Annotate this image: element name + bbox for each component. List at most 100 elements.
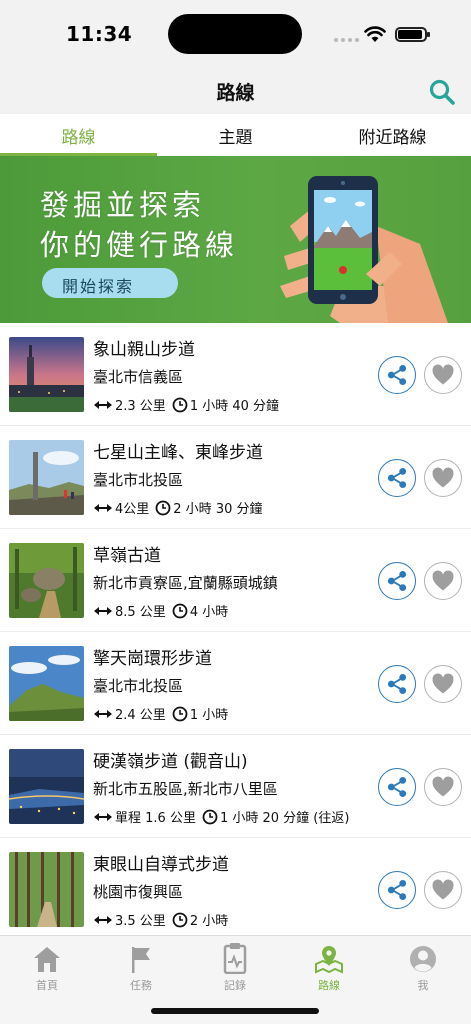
tab-nearby-routes[interactable]: 附近路線: [314, 114, 471, 156]
route-thumbnail-image: [9, 646, 84, 721]
route-item[interactable]: 東眼山自導式步道 桃園市復興區 3.5 公里 2 小時: [0, 838, 471, 935]
profile-icon: [410, 946, 436, 972]
route-area: 桃園市復興區: [93, 883, 184, 901]
share-button[interactable]: [378, 665, 416, 703]
clock-icon: [172, 603, 188, 618]
nav-bar: 路線: [0, 70, 471, 114]
distance-icon: [94, 400, 112, 409]
route-area: 臺北市信義區: [93, 368, 184, 386]
tabbar-label-home: 首頁: [36, 979, 58, 992]
route-thumbnail-image: [9, 749, 84, 824]
route-area: 新北市五股區,新北市八里區: [93, 780, 278, 798]
flag-icon: [132, 947, 150, 973]
route-item[interactable]: 草嶺古道 新北市貢寮區,宜蘭縣頭城鎮 8.5 公里 4 小時: [0, 529, 471, 632]
favorite-heart-button[interactable]: [424, 356, 462, 394]
distance-icon: [94, 709, 112, 718]
route-area: 新北市貢寮區,宜蘭縣頭城鎮: [93, 574, 278, 592]
route-thumbnail-image: [9, 440, 84, 515]
share-button[interactable]: [378, 871, 416, 909]
segment-tabs: 路線 主題 附近路線: [0, 114, 471, 156]
share-button[interactable]: [378, 768, 416, 806]
explore-banner[interactable]: 發掘並探索 你的健行路線 開始探索: [0, 156, 471, 323]
route-item[interactable]: 七星山主峰、東峰步道 臺北市北投區 4公里 2 小時 30 分鐘: [0, 426, 471, 529]
clock-icon: [172, 912, 188, 927]
clock-icon: [172, 397, 188, 412]
route-thumbnail-image: [9, 852, 84, 927]
share-button[interactable]: [378, 459, 416, 497]
home-indicator[interactable]: [151, 1008, 319, 1014]
route-meta: 4公里 2 小時 30 分鐘: [93, 498, 263, 517]
route-name: 擎天崗環形步道: [93, 649, 212, 669]
banner-headline-line1: 發掘並探索: [40, 188, 206, 222]
record-icon: [223, 943, 247, 974]
route-distance: 8.5 公里: [115, 605, 166, 620]
route-meta: 單程 1.6 公里 1 小時 20 分鐘 (往返): [93, 807, 349, 826]
route-distance: 2.3 公里: [115, 399, 166, 414]
favorite-heart-button[interactable]: [424, 459, 462, 497]
clock-icon: [172, 706, 188, 721]
start-explore-button[interactable]: 開始探索: [42, 268, 178, 298]
route-distance: 2.4 公里: [115, 708, 166, 723]
route-name: 東眼山自導式步道: [93, 855, 229, 875]
tab-themes[interactable]: 主題: [157, 114, 314, 156]
distance-icon: [94, 503, 112, 512]
page-title: 路線: [216, 82, 255, 104]
route-item[interactable]: 象山親山步道 臺北市信義區 2.3 公里 1 小時 40 分鐘: [0, 323, 471, 426]
route-distance: 3.5 公里: [115, 914, 166, 929]
share-button[interactable]: [378, 562, 416, 600]
tabbar-item-me[interactable]: 我: [376, 940, 470, 993]
favorite-heart-button[interactable]: [424, 562, 462, 600]
route-duration: 1 小時 20 分鐘 (往返): [219, 811, 350, 826]
battery-icon: [395, 27, 430, 42]
route-name: 七星山主峰、東峰步道: [93, 443, 263, 463]
app-screen: 11:34 路線 路線 主題 附近路線 發掘並探索 你的健行路線 開始探索 象山…: [0, 0, 471, 1024]
distance-icon: [94, 606, 112, 615]
route-distance: 單程 1.6 公里: [115, 811, 196, 826]
tabbar-item-missions[interactable]: 任務: [94, 940, 188, 993]
clock-icon: [155, 500, 171, 515]
route-item[interactable]: 硬漢嶺步道 (觀音山) 新北市五股區,新北市八里區 單程 1.6 公里 1 小時…: [0, 735, 471, 838]
cellular-signal-icon: [334, 38, 359, 42]
tabbar-label-me: 我: [417, 979, 429, 992]
route-meta: 8.5 公里 4 小時: [93, 601, 228, 620]
banner-headline-line2: 你的健行路線: [40, 228, 239, 262]
tabbar-item-routes[interactable]: 路線: [282, 940, 376, 993]
route-distance: 4公里: [115, 502, 150, 517]
route-duration: 2 小時 30 分鐘: [173, 502, 263, 517]
wifi-icon: [364, 26, 386, 42]
tabbar-item-records[interactable]: 記錄: [188, 940, 282, 993]
route-area: 臺北市北投區: [93, 471, 184, 489]
tabbar-label-missions: 任務: [130, 979, 152, 992]
route-duration: 1 小時 40 分鐘: [189, 399, 280, 414]
distance-icon: [94, 915, 112, 924]
route-thumbnail-image: [9, 337, 84, 412]
tabbar-label-routes: 路線: [318, 979, 340, 992]
clock-icon: [202, 809, 218, 824]
hand-phone-illustration: [280, 176, 448, 323]
start-explore-label: 開始探索: [62, 277, 135, 296]
tab-routes[interactable]: 路線: [0, 114, 157, 156]
route-name: 草嶺古道: [93, 546, 161, 566]
favorite-heart-button[interactable]: [424, 871, 462, 909]
route-duration: 2 小時: [189, 914, 229, 929]
dynamic-island: [168, 14, 302, 54]
tabbar-label-records: 記錄: [224, 979, 246, 992]
tabbar-item-home[interactable]: 首頁: [0, 940, 94, 993]
distance-icon: [94, 812, 112, 821]
status-time: 11:34: [66, 22, 133, 46]
map-pin-icon: [315, 946, 343, 974]
route-list: 象山親山步道 臺北市信義區 2.3 公里 1 小時 40 分鐘 七星山主峰、東峰…: [0, 323, 471, 935]
route-area: 臺北市北投區: [93, 677, 184, 695]
route-item[interactable]: 擎天崗環形步道 臺北市北投區 2.4 公里 1 小時: [0, 632, 471, 735]
route-meta: 3.5 公里 2 小時: [93, 910, 228, 929]
search-icon[interactable]: [428, 78, 456, 106]
route-duration: 4 小時: [189, 605, 229, 620]
favorite-heart-button[interactable]: [424, 768, 462, 806]
favorite-heart-button[interactable]: [424, 665, 462, 703]
route-meta: 2.3 公里 1 小時 40 分鐘: [93, 395, 279, 414]
share-button[interactable]: [378, 356, 416, 394]
route-name: 象山親山步道: [93, 340, 195, 360]
route-name: 硬漢嶺步道 (觀音山): [93, 752, 248, 772]
route-thumbnail-image: [9, 543, 84, 618]
home-icon: [34, 947, 60, 972]
